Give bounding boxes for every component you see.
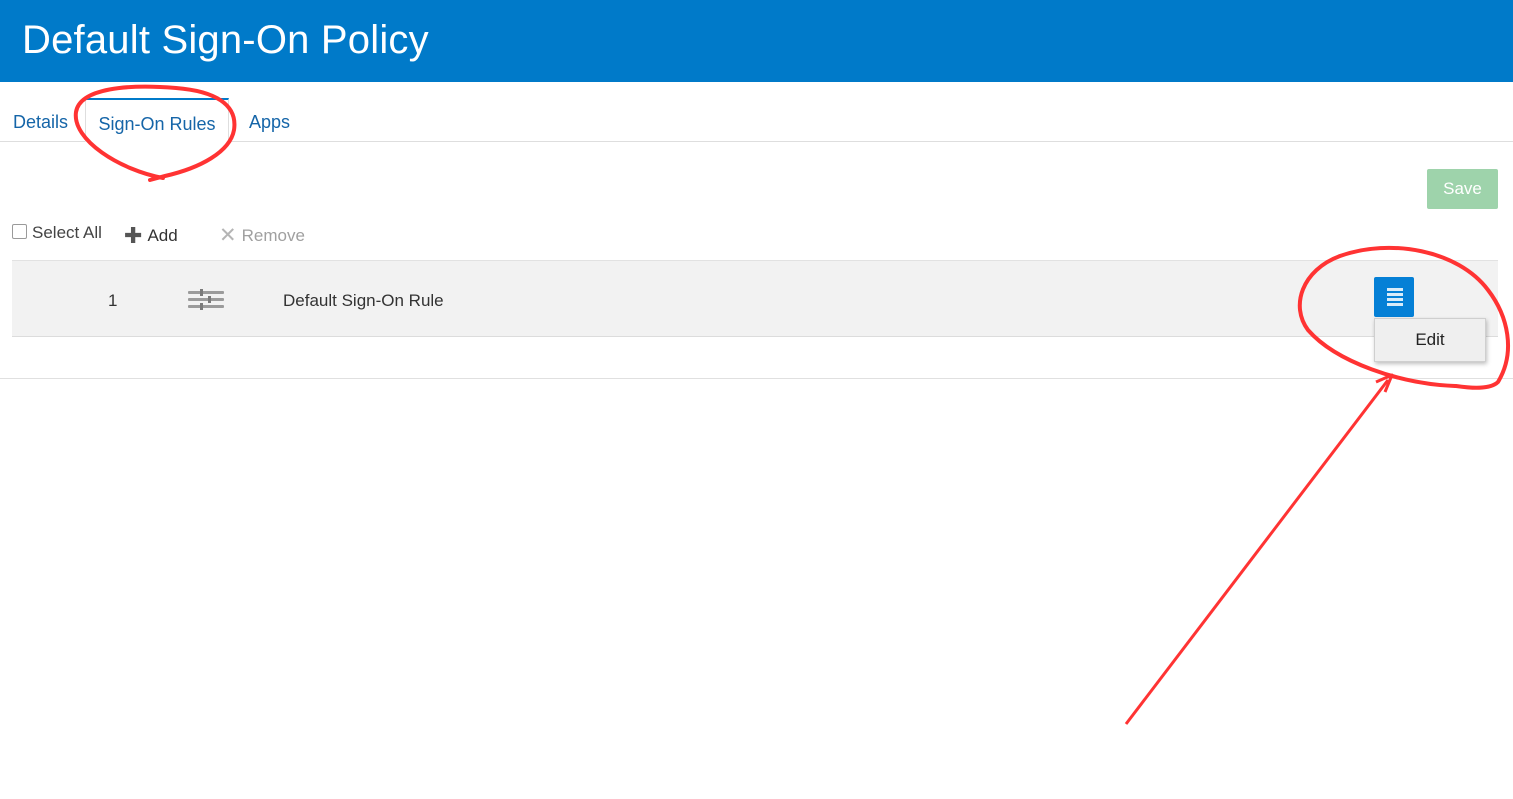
tab-bar: Details Sign-On Rules Apps xyxy=(0,82,1513,142)
select-all-checkbox[interactable] xyxy=(12,224,27,239)
annotation-arrow-line xyxy=(1124,379,1390,725)
tab-details[interactable]: Details xyxy=(13,98,68,142)
add-rule-button[interactable]: ✚ Add xyxy=(124,223,178,249)
plus-icon: ✚ xyxy=(124,223,143,248)
tab-sign-on-rules[interactable]: Sign-On Rules xyxy=(85,98,229,142)
select-all[interactable]: Select All xyxy=(12,223,102,243)
row-context-menu: Edit xyxy=(1374,318,1486,362)
page-title: Default Sign-On Policy xyxy=(22,18,429,62)
menu-item-edit[interactable]: Edit xyxy=(1375,319,1485,361)
rule-index: 1 xyxy=(108,291,118,310)
row-menu-button[interactable] xyxy=(1374,277,1414,317)
add-label: Add xyxy=(147,226,178,245)
page-header: Default Sign-On Policy xyxy=(0,0,1513,82)
table-row[interactable]: 1 Default Sign-On Rule xyxy=(12,260,1498,337)
divider xyxy=(0,378,1513,379)
select-all-label: Select All xyxy=(32,223,102,242)
drag-handle-icon[interactable] xyxy=(188,288,224,310)
page: Default Sign-On Policy Details Sign-On R… xyxy=(0,0,1513,799)
remove-label: Remove xyxy=(241,226,305,245)
rules-toolbar: Select All ✚ Add ✕ Remove xyxy=(0,220,1513,250)
x-icon: ✕ xyxy=(219,224,237,247)
remove-rule-button[interactable]: ✕ Remove xyxy=(219,223,305,248)
tab-apps[interactable]: Apps xyxy=(249,98,290,142)
rule-name: Default Sign-On Rule xyxy=(283,291,444,310)
save-button[interactable]: Save xyxy=(1427,169,1498,209)
hamburger-menu-icon xyxy=(1387,288,1403,306)
